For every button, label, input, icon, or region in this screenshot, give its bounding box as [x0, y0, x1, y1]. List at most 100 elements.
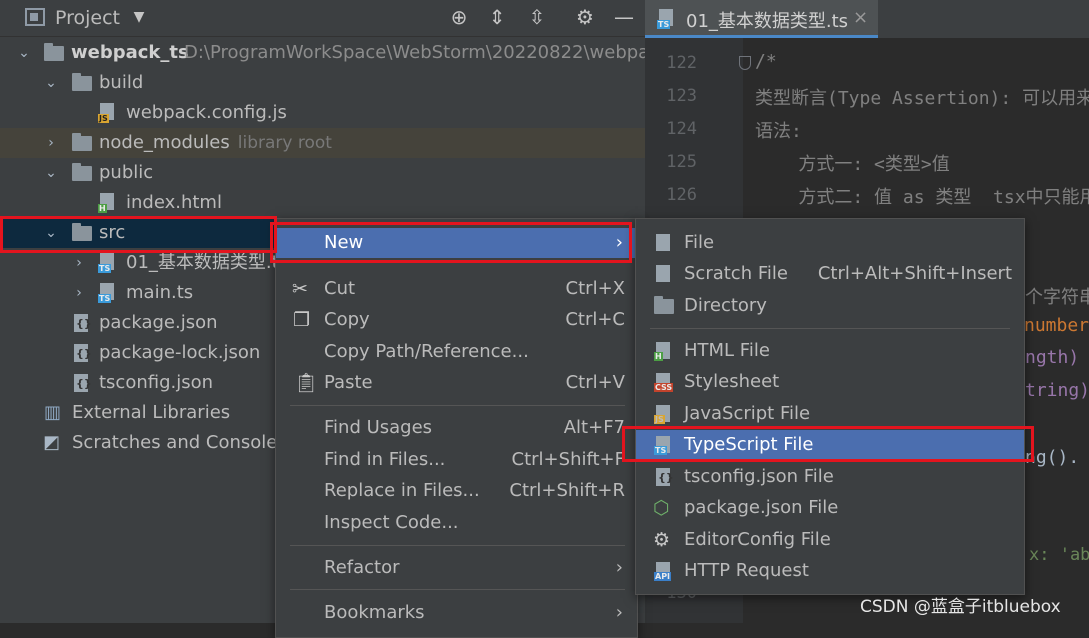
menu-item-shortcut: Alt+F7: [563, 417, 625, 438]
new-submenu: File Scratch File Ctrl+Alt+Shift+Insert …: [635, 218, 1025, 595]
code-line[interactable]: 方式一: <类型>值: [755, 150, 949, 176]
menu-item-refactor[interactable]: Refactor ›: [276, 553, 637, 583]
submenu-item-scratch-file[interactable]: Scratch File Ctrl+Alt+Shift+Insert: [636, 259, 1024, 289]
code-fragment[interactable]: ngth): [1025, 347, 1079, 368]
menu-item-label: Find in Files...: [324, 449, 446, 470]
menu-item-label: File: [684, 232, 715, 253]
submenu-item-http-request[interactable]: API HTTP Request: [636, 556, 1024, 586]
menu-separator: [290, 405, 625, 406]
root-name: webpack_ts: [71, 42, 189, 63]
html-file-icon: H: [98, 193, 116, 213]
menu-item-bookmarks[interactable]: Bookmarks ›: [276, 598, 637, 628]
scratches-icon: ◩: [43, 432, 61, 453]
menu-separator: [650, 328, 1010, 329]
chevron-right-icon[interactable]: ›: [43, 128, 59, 158]
menu-item-label: tsconfig.json File: [684, 466, 834, 487]
css-file-icon: CSS: [654, 372, 674, 392]
highlight-box-typescript-file: [622, 426, 1034, 462]
tree-item-label: webpack.config.js: [126, 102, 287, 123]
menu-item-inspect-code[interactable]: Inspect Code...: [276, 508, 637, 538]
json-file-icon: {}: [72, 344, 92, 363]
tree-root-webpack-ts[interactable]: ⌄ webpack_ts D:\ProgramWorkSpace\WebStor…: [0, 38, 645, 68]
submenu-item-html-file[interactable]: H HTML File: [636, 336, 1024, 366]
menu-item-copy[interactable]: ❐ Copy Ctrl+C: [276, 305, 637, 335]
javascript-file-icon: JS: [654, 404, 674, 424]
menu-separator: [290, 589, 625, 590]
chevron-down-icon[interactable]: ⌄: [43, 158, 59, 188]
chevron-down-icon[interactable]: ⌄: [16, 38, 32, 68]
chevron-down-icon[interactable]: ▼: [128, 6, 150, 28]
clipboard-icon: 📋︎: [294, 372, 319, 394]
menu-item-shortcut: Ctrl+X: [565, 278, 625, 299]
code-line[interactable]: /*: [755, 51, 777, 72]
chevron-right-icon: ›: [615, 602, 623, 623]
menu-item-paste[interactable]: 📋︎ Paste Ctrl+V: [276, 368, 637, 398]
code-line[interactable]: 方式二: 值 as 类型 tsx中只能用方式二: [755, 183, 1089, 209]
submenu-item-tsconfig-json-file[interactable]: {} tsconfig.json File: [636, 462, 1024, 492]
submenu-item-javascript-file[interactable]: JS JavaScript File: [636, 399, 1024, 429]
fold-icon[interactable]: [739, 56, 751, 70]
submenu-item-file[interactable]: File: [636, 228, 1024, 258]
code-fragment[interactable]: tring): [1025, 380, 1089, 401]
chevron-right-icon[interactable]: ›: [71, 278, 87, 308]
inlay-hint[interactable]: x: 'ab: [1029, 545, 1089, 565]
menu-item-label: Stylesheet: [684, 371, 780, 392]
editor-tab-bar: TS 01_基本数据类型.ts ×: [645, 0, 1089, 38]
html-file-icon: H: [654, 341, 674, 361]
close-icon[interactable]: ×: [853, 7, 868, 28]
code-fragment[interactable]: number: [1024, 315, 1089, 336]
line-number: 125: [666, 152, 697, 172]
menu-item-copy-path[interactable]: Copy Path/Reference...: [276, 337, 637, 367]
menu-item-label: EditorConfig File: [684, 529, 831, 550]
menu-item-label: Paste: [324, 372, 373, 393]
watermark: CSDN @蓝盒子itbluebox: [860, 597, 1061, 617]
tree-item-build[interactable]: ⌄ build: [0, 68, 645, 98]
folder-icon: [44, 43, 64, 61]
root-path: D:\ProgramWorkSpace\WebStorm\20220822\we…: [184, 42, 645, 63]
collapse-all-icon[interactable]: ⇳: [526, 6, 548, 28]
code-line[interactable]: 类型断言(Type Assertion): 可以用来手动指定一个值的类型: [755, 84, 1089, 110]
typescript-file-icon: TS: [98, 253, 116, 273]
editor-tab-label: 01_基本数据类型.ts: [686, 11, 849, 32]
hide-panel-icon[interactable]: —: [613, 6, 635, 28]
menu-item-label: JavaScript File: [684, 403, 811, 424]
nodejs-icon: ⬡: [653, 497, 670, 519]
menu-item-label: Replace in Files...: [324, 480, 480, 501]
code-line[interactable]: 语法:: [755, 117, 802, 143]
menu-item-label: Copy Path/Reference...: [324, 341, 529, 362]
submenu-item-package-json-file[interactable]: ⬡ package.json File: [636, 493, 1024, 523]
context-menu: New › ✂ Cut Ctrl+X ❐ Copy Ctrl+C Copy Pa…: [275, 218, 638, 638]
tree-item-public[interactable]: ⌄ public: [0, 158, 645, 188]
project-title[interactable]: Project: [55, 7, 120, 29]
menu-item-cut[interactable]: ✂ Cut Ctrl+X: [276, 274, 637, 304]
api-icon: API: [654, 561, 674, 581]
tree-item-node-modules[interactable]: › node_modules library root: [0, 128, 645, 158]
submenu-item-stylesheet[interactable]: CSS Stylesheet: [636, 367, 1024, 397]
folder-icon: [72, 163, 92, 181]
submenu-item-directory[interactable]: Directory: [636, 291, 1024, 321]
locate-icon[interactable]: ⊕: [448, 6, 470, 28]
chevron-down-icon[interactable]: ⌄: [43, 68, 59, 98]
menu-item-label: HTTP Request: [684, 560, 809, 581]
highlight-box-src: [0, 216, 277, 253]
menu-item-replace-in-files[interactable]: Replace in Files... Ctrl+Shift+R: [276, 476, 637, 506]
submenu-item-editorconfig-file[interactable]: ⚙ EditorConfig File: [636, 525, 1024, 555]
folder-icon: [72, 73, 92, 91]
menu-item-shortcut: Ctrl+C: [565, 309, 625, 330]
tree-item-index-html[interactable]: H index.html: [0, 188, 645, 218]
menu-item-shortcut: Ctrl+Shift+R: [509, 480, 625, 501]
typescript-file-icon: TS: [98, 283, 116, 303]
tree-item-label: index.html: [126, 192, 222, 213]
tree-item-webpack-config[interactable]: JS webpack.config.js: [0, 98, 645, 128]
gear-icon[interactable]: ⚙: [574, 6, 596, 28]
tree-item-label: node_modules library root: [99, 132, 332, 153]
code-fragment[interactable]: 个字符串: [1025, 283, 1089, 309]
menu-item-find-usages[interactable]: Find Usages Alt+F7: [276, 413, 637, 443]
folder-icon: [654, 296, 674, 314]
highlight-box-new: [270, 222, 632, 263]
expand-all-icon[interactable]: ⇕: [486, 6, 508, 28]
json-file-icon: {}: [72, 374, 92, 393]
menu-item-find-in-files[interactable]: Find in Files... Ctrl+Shift+F: [276, 445, 637, 475]
editor-tab[interactable]: TS 01_基本数据类型.ts ×: [645, 0, 878, 38]
menu-item-label: Cut: [324, 278, 356, 299]
